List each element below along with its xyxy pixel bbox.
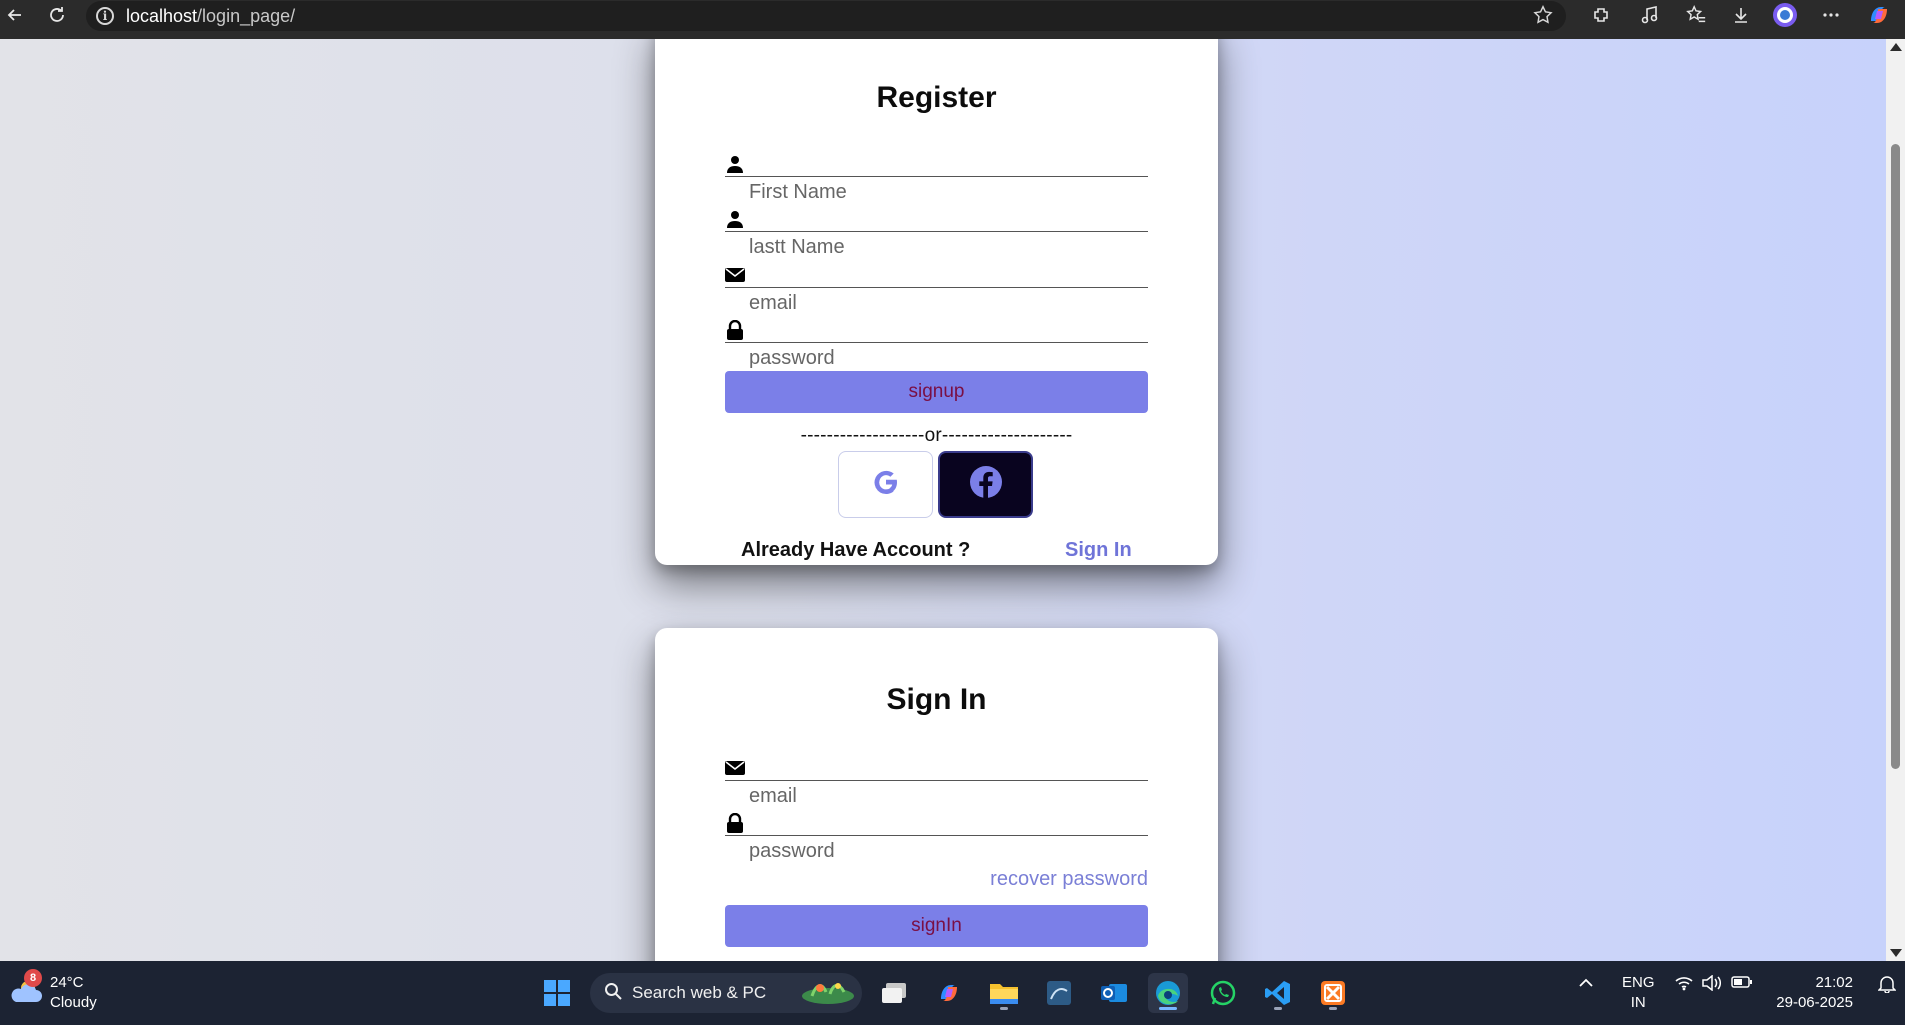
outlook-icon[interactable] — [1094, 973, 1134, 1013]
clock-date: 29-06-2025 — [1776, 994, 1853, 1011]
user-icon — [725, 154, 745, 174]
search-highlight-icon — [800, 976, 856, 1011]
signin-password-field[interactable]: password — [725, 811, 1148, 862]
first-name-placeholder: First Name — [749, 181, 847, 203]
page-viewport: Register First Name lastt Name email pas… — [0, 39, 1886, 961]
register-card: Register First Name lastt Name email pas… — [655, 39, 1218, 565]
user-icon — [725, 209, 745, 229]
last-name-placeholder: lastt Name — [749, 236, 845, 258]
task-view-icon[interactable] — [874, 973, 914, 1013]
search-label: Search web & PC — [632, 983, 767, 1002]
copilot-app-icon[interactable] — [929, 973, 969, 1013]
signin-email-underline — [725, 780, 1148, 781]
favorite-star-icon[interactable] — [1532, 4, 1554, 31]
edge-browser-icon[interactable] — [1148, 973, 1188, 1013]
first-name-underline — [725, 176, 1148, 177]
wifi-icon[interactable] — [1675, 975, 1693, 995]
lock-icon — [725, 320, 745, 340]
sign-in-link[interactable]: Sign In — [1065, 539, 1132, 562]
register-email-placeholder: email — [749, 292, 797, 314]
notifications-icon[interactable] — [1877, 975, 1897, 997]
weather-widget[interactable]: 8 24°C Cloudy — [8, 969, 97, 1013]
envelope-icon — [725, 758, 745, 778]
taskbar-search[interactable]: Search web & PC — [590, 973, 862, 1013]
media-icon[interactable] — [1635, 0, 1665, 30]
scroll-thumb[interactable] — [1891, 144, 1900, 769]
recover-password-link[interactable]: recover password — [990, 868, 1148, 891]
register-password-placeholder: password — [749, 347, 835, 369]
battery-icon[interactable] — [1731, 975, 1753, 993]
mysql-workbench-icon[interactable] — [1039, 973, 1079, 1013]
clock-time: 21:02 — [1815, 974, 1853, 991]
signin-email-field[interactable]: email — [725, 756, 1148, 807]
signup-button[interactable]: signup — [725, 371, 1148, 413]
weather-badge: 8 — [24, 969, 42, 987]
facebook-login-button[interactable] — [938, 451, 1033, 518]
volume-icon[interactable] — [1701, 974, 1722, 995]
or-divider: -------------------or-------------------… — [800, 425, 1073, 446]
google-login-button[interactable] — [838, 451, 933, 518]
show-hidden-icons[interactable] — [1578, 975, 1594, 992]
scroll-up-arrow-icon[interactable] — [1890, 43, 1902, 51]
start-button[interactable] — [537, 973, 577, 1013]
google-icon — [870, 466, 902, 503]
running-indicator — [1274, 1007, 1282, 1010]
weather-description: Cloudy — [50, 994, 97, 1011]
url-path: /login_page/ — [197, 5, 296, 26]
facebook-icon — [969, 465, 1003, 504]
language-indicator[interactable]: ENG IN — [1622, 973, 1655, 1013]
signin-card: Sign In email password recover password … — [655, 628, 1218, 961]
xampp-icon[interactable] — [1313, 973, 1353, 1013]
whatsapp-icon[interactable] — [1203, 973, 1243, 1013]
register-password-underline — [725, 342, 1148, 343]
vscode-icon[interactable] — [1258, 973, 1298, 1013]
weather-temperature: 24°C — [50, 974, 84, 991]
windows-taskbar: 8 24°C Cloudy Search web & PC ENG IN 21:… — [0, 961, 1905, 1025]
site-info-icon[interactable]: i — [96, 7, 114, 25]
more-menu-icon[interactable] — [1816, 0, 1846, 30]
favorites-icon[interactable] — [1681, 0, 1711, 30]
last-name-field[interactable]: lastt Name — [725, 207, 1148, 258]
register-email-underline — [725, 287, 1148, 288]
copilot-icon[interactable] — [1864, 0, 1894, 30]
register-title: Register — [876, 81, 997, 114]
search-icon — [604, 982, 622, 1005]
first-name-field[interactable]: First Name — [725, 152, 1148, 203]
scroll-down-arrow-icon[interactable] — [1890, 949, 1902, 957]
active-indicator — [1159, 1007, 1177, 1010]
signin-email-placeholder: email — [749, 785, 797, 807]
reload-icon[interactable] — [42, 0, 72, 30]
signin-button[interactable]: signIn — [725, 905, 1148, 947]
last-name-underline — [725, 231, 1148, 232]
profile-icon[interactable] — [1770, 0, 1800, 30]
file-explorer-icon[interactable] — [984, 973, 1024, 1013]
lock-icon — [725, 813, 745, 833]
downloads-icon[interactable] — [1726, 0, 1756, 30]
register-password-field[interactable]: password — [725, 318, 1148, 369]
register-email-field[interactable]: email — [725, 263, 1148, 314]
signin-password-placeholder: password — [749, 840, 835, 862]
signin-password-underline — [725, 835, 1148, 836]
browser-toolbar: i localhost/login_page/ — [0, 0, 1905, 39]
running-indicator — [1000, 1007, 1008, 1010]
envelope-icon — [725, 265, 745, 285]
language-code: ENG — [1622, 974, 1655, 991]
running-indicator — [1329, 1007, 1337, 1010]
vertical-scrollbar[interactable] — [1886, 39, 1905, 961]
already-have-account-text: Already Have Account ? — [741, 539, 971, 561]
system-clock[interactable]: 21:02 29-06-2025 — [1776, 973, 1853, 1013]
url-host: localhost — [126, 5, 198, 26]
region-code: IN — [1630, 994, 1646, 1011]
back-icon[interactable] — [0, 0, 30, 30]
extensions-icon[interactable] — [1586, 0, 1616, 30]
signin-title: Sign In — [886, 683, 987, 716]
address-bar[interactable]: i localhost/login_page/ — [86, 1, 1566, 31]
